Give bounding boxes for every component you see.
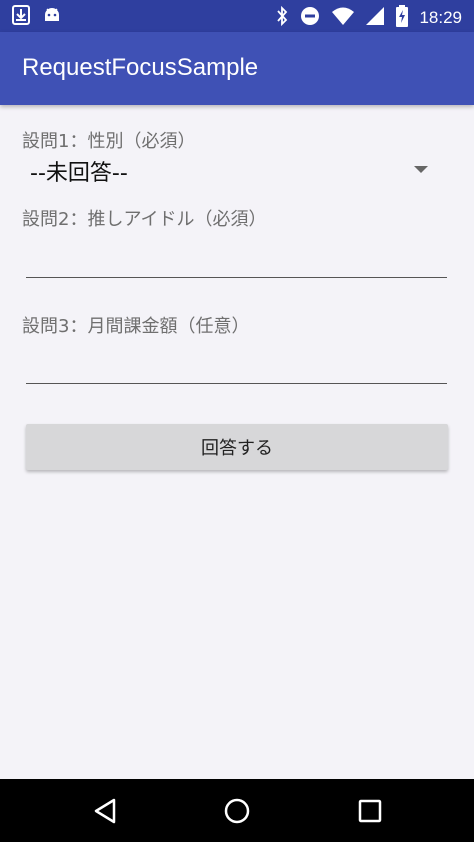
monthly-spend-input[interactable] bbox=[26, 347, 447, 384]
question-3-label: 設問3：月間課金額（任意） bbox=[22, 316, 250, 337]
status-right-icons: 18:29 bbox=[275, 5, 462, 31]
dropdown-arrow-icon bbox=[414, 166, 428, 173]
wifi-icon bbox=[331, 6, 355, 30]
home-icon[interactable] bbox=[223, 797, 251, 825]
app-bar: RequestFocusSample bbox=[0, 32, 474, 105]
form-content: 設問1：性別（必須） --未回答-- 設問2：推しアイドル（必須） 設問3：月間… bbox=[0, 105, 474, 779]
status-left-icons bbox=[12, 5, 62, 29]
android-icon bbox=[42, 5, 62, 29]
question-2-label: 設問2：推しアイドル（必須） bbox=[22, 209, 267, 230]
download-icon bbox=[12, 5, 30, 29]
bluetooth-icon bbox=[275, 5, 289, 31]
status-time: 18:29 bbox=[419, 8, 462, 27]
navigation-bar bbox=[0, 779, 474, 842]
gender-spinner[interactable]: --未回答-- bbox=[22, 153, 442, 187]
recents-icon[interactable] bbox=[356, 797, 384, 825]
app-title: RequestFocusSample bbox=[22, 54, 259, 81]
answer-button[interactable]: 回答する bbox=[26, 424, 448, 470]
status-bar: 18:29 bbox=[0, 0, 474, 32]
question-1-label: 設問1：性別（必須） bbox=[22, 131, 196, 152]
idol-input[interactable] bbox=[26, 241, 447, 278]
battery-charging-icon bbox=[395, 5, 409, 31]
back-icon[interactable] bbox=[92, 797, 120, 825]
signal-icon bbox=[365, 6, 385, 30]
gender-spinner-value: --未回答-- bbox=[30, 161, 128, 186]
do-not-disturb-icon bbox=[299, 5, 321, 31]
